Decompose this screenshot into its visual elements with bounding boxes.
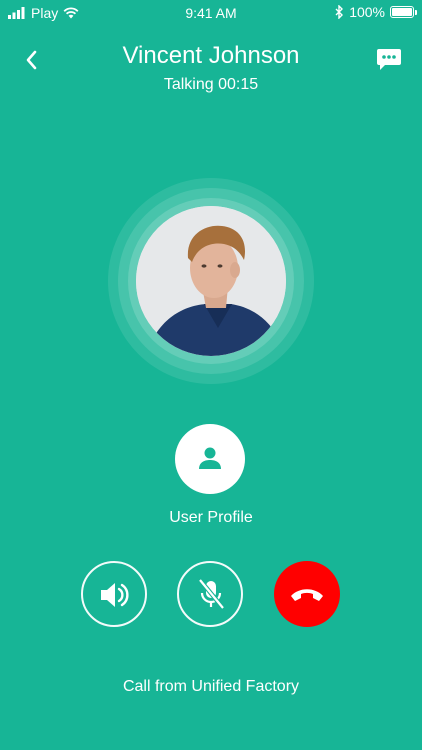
speaker-button[interactable]	[81, 561, 147, 627]
call-status: Talking 00:15	[163, 76, 259, 93]
battery-percent: 100%	[349, 4, 385, 20]
contact-name: Vincent Johnson	[122, 42, 300, 69]
status-bar: Play 9:41 AM 100%	[0, 0, 422, 26]
bluetooth-icon	[335, 5, 344, 19]
chat-button[interactable]	[376, 48, 402, 72]
avatar-container	[108, 178, 314, 384]
battery-icon	[390, 6, 417, 18]
user-profile-label: User Profile	[169, 509, 253, 526]
status-right: 100%	[335, 4, 417, 20]
call-header: Vincent Johnson Talking 00:15	[0, 40, 422, 100]
person-icon	[196, 444, 224, 472]
hang-up-button[interactable]	[274, 561, 340, 627]
mute-button[interactable]	[177, 561, 243, 627]
speaker-icon	[99, 580, 131, 610]
phone-hangup-icon	[289, 585, 325, 603]
contact-avatar	[136, 206, 286, 356]
mic-off-icon	[196, 578, 226, 612]
chat-icon	[376, 48, 402, 72]
user-profile-button[interactable]	[175, 424, 245, 494]
call-source-text: Call from Unified Factory	[122, 678, 300, 695]
